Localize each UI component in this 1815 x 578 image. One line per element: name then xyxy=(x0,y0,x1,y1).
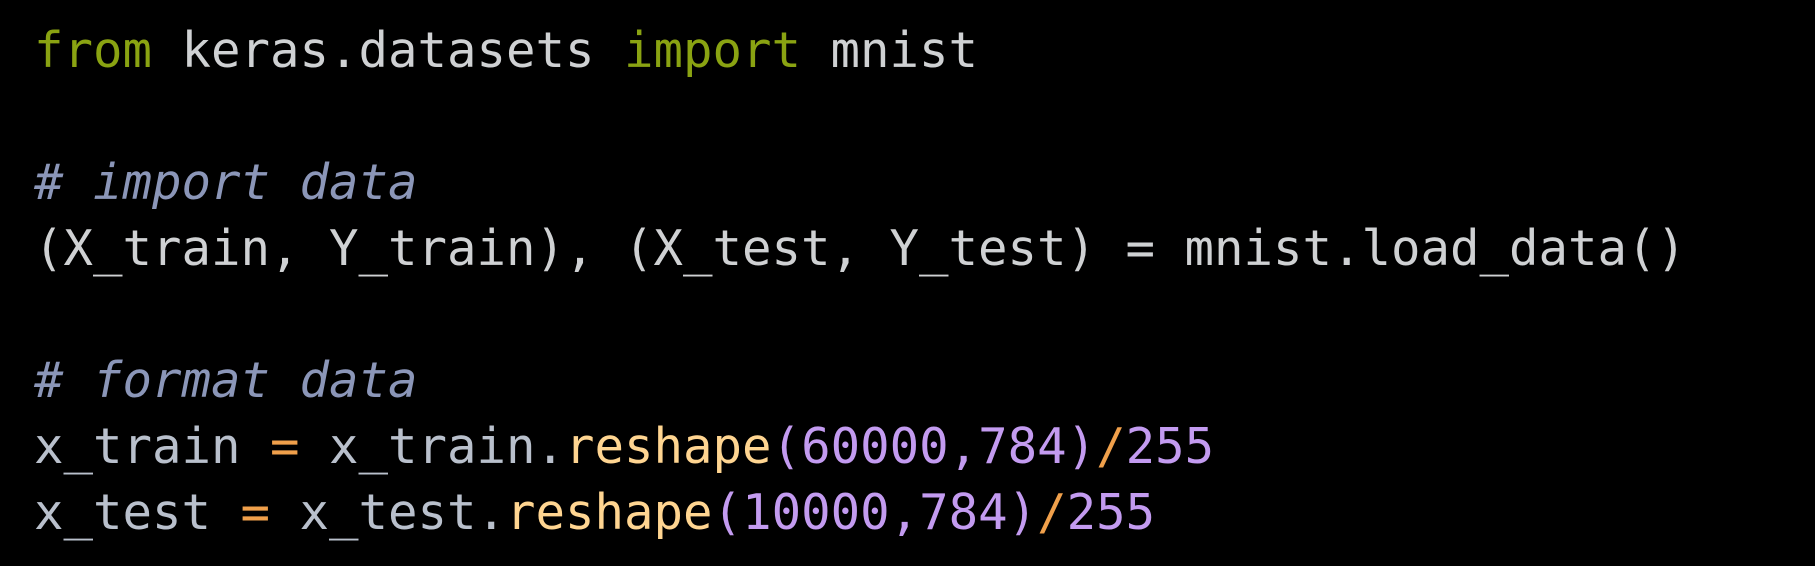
code-line-comment-format: # format data xyxy=(34,348,1815,414)
module-name: keras.datasets xyxy=(152,22,625,79)
keyword-from: from xyxy=(34,22,153,79)
variable-x-train: x_train xyxy=(34,418,271,475)
code-line-comment-import: # import data xyxy=(34,150,1815,216)
assign-operator: = xyxy=(240,484,271,541)
load-data-statement: (X_train, Y_train), (X_test, Y_test) = m… xyxy=(34,220,1687,277)
code-line-reshape-test: x_test = x_test.reshape(10000,784)/255 xyxy=(34,480,1815,546)
divisor-number: 255 xyxy=(1066,484,1156,541)
imported-name: mnist xyxy=(801,22,979,79)
variable-x-test: x_test xyxy=(34,484,241,541)
comment-import-data: # import data xyxy=(34,154,418,211)
object-x-test: x_test. xyxy=(270,484,507,541)
code-line-reshape-train: x_train = x_train.reshape(60000,784)/255 xyxy=(34,414,1815,480)
divisor-number: 255 xyxy=(1125,418,1215,475)
code-line-load-data: (X_train, Y_train), (X_test, Y_test) = m… xyxy=(34,216,1815,282)
code-line-import: from keras.datasets import mnist xyxy=(34,18,1815,84)
method-reshape: reshape xyxy=(506,484,713,541)
divide-operator: / xyxy=(1037,484,1067,541)
method-reshape: reshape xyxy=(565,418,772,475)
keyword-import: import xyxy=(624,22,802,79)
comment-format-data: # format data xyxy=(34,352,418,409)
assign-operator: = xyxy=(270,418,300,475)
object-x-train: x_train. xyxy=(299,418,566,475)
divide-operator: / xyxy=(1096,418,1126,475)
code-snippet-panel: from keras.datasets import mnist # impor… xyxy=(0,0,1815,566)
reshape-args: (60000,784) xyxy=(771,418,1097,475)
reshape-args: (10000,784) xyxy=(712,484,1038,541)
